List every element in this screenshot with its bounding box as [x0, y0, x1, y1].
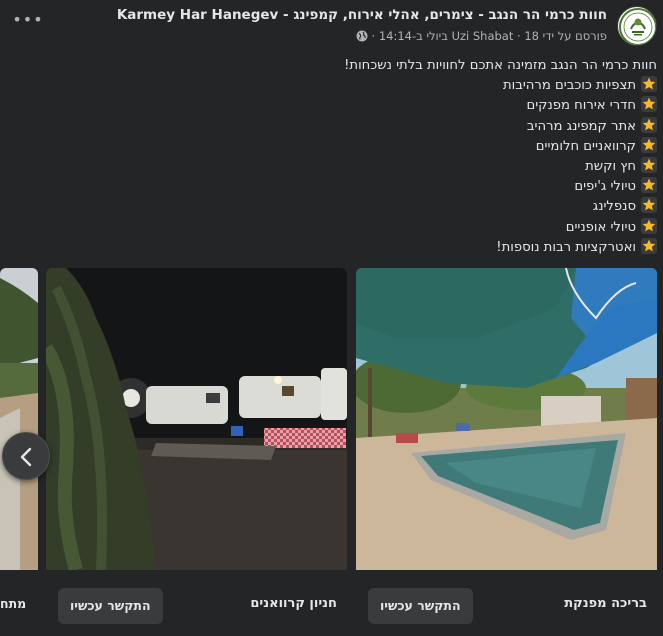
page-name[interactable]: חוות כרמי הר הנגב - צימרים, אהלי אירוח, …: [117, 7, 607, 23]
post-list-item: תצפיות כוכבים מרהיבות: [12, 76, 657, 96]
more-options-button[interactable]: •••: [12, 12, 44, 36]
post-text: חוות כרמי הר הנגב מזמינה אתכם לחוויות בל…: [12, 56, 657, 258]
post-list-item-text: חץ וקשת: [585, 159, 636, 175]
star-emoji-icon: [641, 157, 657, 174]
call-now-button[interactable]: התקשר עכשיו: [58, 588, 163, 624]
card-title: בריכה מפנקת: [564, 596, 647, 611]
post-list-item-text: אתר קמפינג מרהיב: [526, 118, 636, 134]
post-list-item-text: חדרי אירוח מפנקים: [526, 98, 636, 114]
card-footer: מתח: [0, 570, 38, 636]
card-title: מתח: [0, 596, 27, 611]
pool-photo[interactable]: [356, 268, 657, 570]
chevron-left-icon: [20, 447, 32, 467]
ad-carousel: בריכה מפנקת התקשר עכשיו חניון קרוואנים ה…: [0, 268, 663, 636]
post-list-item: טיולי ג'יפים: [12, 177, 657, 197]
star-emoji-icon: [641, 177, 657, 194]
post-list-item: קרוואניים חלומיים: [12, 136, 657, 157]
star-emoji-icon: [641, 237, 657, 254]
post-list-item-text: קרוואניים חלומיים: [535, 138, 636, 154]
carousel-card-caravans[interactable]: חניון קרוואנים התקשר עכשיו: [46, 268, 347, 636]
card-footer: חניון קרוואנים התקשר עכשיו: [46, 570, 347, 636]
caravans-photo[interactable]: [46, 268, 347, 570]
post-list-item-text: טיולי ג'יפים: [574, 179, 636, 195]
star-emoji-icon: [641, 136, 657, 153]
post-list-item-text: ואטרקציות רבות נוספות!: [496, 239, 636, 255]
post-meta: פורסם על ידי Uzi Shabat · 18 ביולי ב-14:…: [352, 29, 607, 43]
post-list-item-text: טיולי אופניים: [565, 219, 636, 235]
post-list-item: טיולי אופניים: [12, 217, 657, 238]
post-list-item-text: סנפלינג: [592, 199, 636, 215]
star-emoji-icon: [641, 76, 657, 93]
carousel-prev-button[interactable]: [2, 432, 50, 480]
post-header: חוות כרמי הר הנגב - צימרים, אהלי אירוח, …: [0, 0, 663, 56]
post-list-item: ואטרקציות רבות נוספות!: [12, 237, 657, 258]
page-avatar[interactable]: [617, 6, 657, 46]
call-now-button[interactable]: התקשר עכשיו: [368, 588, 473, 624]
post-intro: חוות כרמי הר הנגב מזמינה אתכם לחוויות בל…: [344, 58, 657, 73]
card-title: חניון קרוואנים: [250, 596, 337, 611]
star-emoji-icon: [641, 116, 657, 133]
post-list-item: חץ וקשת: [12, 157, 657, 177]
globe-icon: [356, 30, 368, 42]
post-list: תצפיות כוכבים מרהיבות חדרי אירוח מפנקים את…: [12, 76, 657, 258]
card-footer: בריכה מפנקת התקשר עכשיו: [356, 570, 657, 636]
post-list-item-text: תצפיות כוכבים מרהיבות: [502, 78, 636, 94]
star-emoji-icon: [641, 217, 657, 234]
post-meta-text[interactable]: פורסם על ידי Uzi Shabat · 18 ביולי ב-14:…: [372, 29, 607, 43]
post-list-item: סנפלינג: [12, 197, 657, 217]
carousel-card-pool[interactable]: בריכה מפנקת התקשר עכשיו: [356, 268, 657, 636]
star-emoji-icon: [641, 197, 657, 214]
star-emoji-icon: [641, 96, 657, 113]
post-list-item: חדרי אירוח מפנקים: [12, 96, 657, 116]
post-list-item: אתר קמפינג מרהיב: [12, 116, 657, 137]
partial-photo[interactable]: [0, 268, 38, 570]
farm-logo-icon: [619, 8, 656, 45]
